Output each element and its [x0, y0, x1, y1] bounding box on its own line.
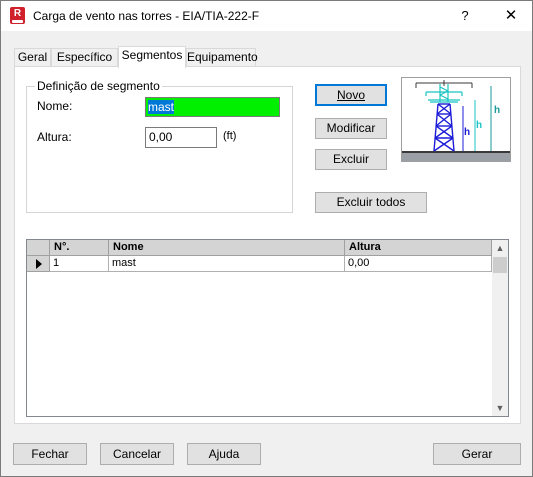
tab-especifico[interactable]: Específico [51, 48, 118, 67]
current-row-arrow-icon [36, 259, 42, 269]
segments-table: N°. Nome Altura 1 mast 0,00 ▲ ▼ [26, 239, 509, 417]
cell-num[interactable]: 1 [50, 256, 109, 272]
header-corner [27, 240, 50, 256]
svg-text:h: h [494, 105, 500, 116]
generate-button[interactable]: Gerar [433, 443, 521, 465]
modify-button[interactable]: Modificar [315, 118, 387, 139]
title-bar[interactable]: R Carga de vento nas torres - EIA/TIA-22… [1, 1, 532, 31]
tab-equipamento[interactable]: Equipamento [186, 48, 258, 67]
header-height: Altura [345, 240, 492, 256]
delete-button[interactable]: Excluir [315, 149, 387, 170]
new-button[interactable]: Novo [315, 84, 387, 106]
app-icon: R [10, 7, 25, 24]
table-header: N°. Nome Altura [27, 240, 492, 256]
cancel-button[interactable]: Cancelar [100, 443, 174, 465]
height-unit: (ft) [223, 130, 237, 142]
header-num: N°. [50, 240, 109, 256]
height-label: Altura: [37, 130, 72, 144]
scroll-up-icon[interactable]: ▲ [492, 240, 508, 256]
tab-geral[interactable]: Geral [14, 48, 51, 67]
header-name: Nome [109, 240, 345, 256]
name-input[interactable]: mast [145, 97, 280, 117]
tower-diagram: h h h [401, 77, 511, 162]
scroll-thumb[interactable] [493, 257, 507, 273]
tab-segmentos[interactable]: Segmentos [118, 46, 186, 68]
height-input[interactable]: 0,00 [145, 127, 217, 148]
tower-diagram-icon: h h h [402, 78, 510, 161]
help-button[interactable]: Ajuda [187, 443, 261, 465]
svg-text:h: h [464, 127, 470, 138]
segment-definition-group: Definição de segmento Nome: mast Altura:… [26, 79, 293, 213]
segments-panel: Definição de segmento Nome: mast Altura:… [14, 66, 521, 424]
scroll-down-icon[interactable]: ▼ [492, 400, 508, 416]
cell-name[interactable]: mast [109, 256, 345, 272]
close-window-button[interactable]: ✕ [498, 5, 524, 27]
name-label: Nome: [37, 99, 73, 113]
window-title: Carga de vento nas torres - EIA/TIA-222-… [33, 9, 260, 23]
delete-all-button[interactable]: Excluir todos [315, 192, 427, 213]
row-selector[interactable] [27, 256, 50, 272]
cell-height[interactable]: 0,00 [345, 256, 492, 272]
svg-text:h: h [476, 120, 482, 131]
group-title: Definição de segmento [35, 79, 162, 93]
dialog-window: R Carga de vento nas torres - EIA/TIA-22… [0, 0, 533, 477]
close-button[interactable]: Fechar [13, 443, 87, 465]
table-scrollbar[interactable]: ▲ ▼ [492, 240, 508, 416]
help-title-button[interactable]: ? [452, 5, 478, 27]
